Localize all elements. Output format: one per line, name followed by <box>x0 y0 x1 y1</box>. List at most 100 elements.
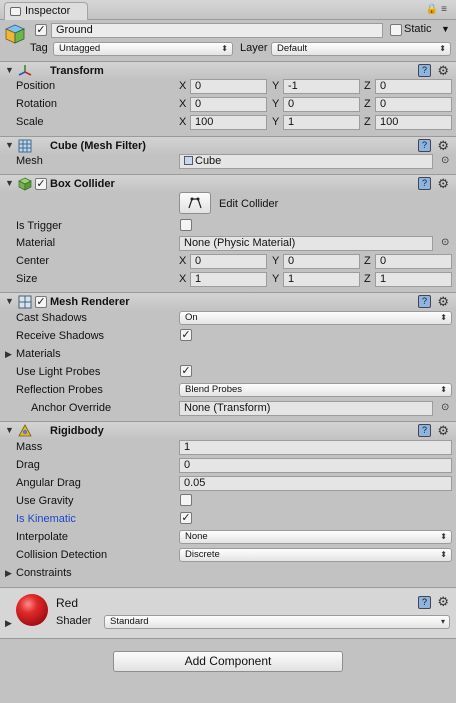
mesh-renderer-header[interactable]: ▼ Mesh Renderer ? ⚙ <box>0 292 456 310</box>
scale-y-field[interactable]: 1 <box>283 115 360 130</box>
shader-dropdown[interactable]: Standard ▾ <box>104 615 450 629</box>
foldout-closed-icon[interactable]: ▶ <box>5 349 12 360</box>
object-picker-icon[interactable]: ⊙ <box>441 402 449 413</box>
active-checkbox[interactable] <box>35 24 47 36</box>
static-checkbox[interactable] <box>390 24 402 36</box>
gear-icon[interactable]: ⚙ <box>437 176 449 192</box>
mesh-renderer-enabled-checkbox[interactable] <box>35 296 47 308</box>
scale-z-field[interactable]: 100 <box>375 115 452 130</box>
foldout-open-icon[interactable]: ▼ <box>5 296 14 306</box>
foldout-open-icon[interactable]: ▼ <box>5 65 14 75</box>
axis-y-label[interactable]: Y <box>272 80 279 92</box>
axis-z-label[interactable]: Z <box>364 255 371 267</box>
center-x-field[interactable]: 0 <box>190 254 267 269</box>
mass-label: Mass <box>16 441 43 453</box>
foldout-open-icon[interactable]: ▼ <box>5 178 14 188</box>
interpolate-label: Interpolate <box>16 531 68 543</box>
rotation-z-field[interactable]: 0 <box>375 97 452 112</box>
position-z-field[interactable]: 0 <box>375 79 452 94</box>
gear-icon[interactable]: ⚙ <box>437 423 449 439</box>
tab-window-controls[interactable]: 🔒≡ <box>426 4 450 15</box>
constraints-label[interactable]: Constraints <box>16 567 72 579</box>
foldout-closed-icon[interactable]: ▶ <box>5 618 12 629</box>
size-label: Size <box>16 273 38 285</box>
anchor-override-field[interactable]: None (Transform) <box>179 401 433 416</box>
box-collider-header[interactable]: ▼ Box Collider ? ⚙ <box>0 174 456 192</box>
reflection-probes-dropdown[interactable]: Blend Probes ⬍ <box>179 383 452 397</box>
help-icon[interactable]: ? <box>418 596 431 609</box>
center-z-field[interactable]: 0 <box>375 254 452 269</box>
axis-x-label[interactable]: X <box>179 80 186 92</box>
drag-label: Drag <box>16 459 40 471</box>
mass-field[interactable]: 1 <box>179 440 452 455</box>
static-dropdown-icon[interactable]: ▼ <box>441 24 450 34</box>
receive-shadows-checkbox[interactable] <box>180 329 192 341</box>
menu-icon[interactable]: ≡ <box>441 4 450 15</box>
axis-z-label[interactable]: Z <box>364 116 371 128</box>
materials-label[interactable]: Materials <box>16 348 61 360</box>
axis-y-label[interactable]: Y <box>272 98 279 110</box>
mesh-grid-icon <box>18 139 32 153</box>
gear-icon[interactable]: ⚙ <box>437 294 449 310</box>
use-light-probes-checkbox[interactable] <box>180 365 192 377</box>
collision-detection-dropdown[interactable]: Discrete ⬍ <box>179 548 452 562</box>
static-label: Static <box>404 23 432 35</box>
size-y-field[interactable]: 1 <box>283 272 360 287</box>
layer-dropdown[interactable]: Default ⬍ <box>271 42 451 56</box>
lock-icon[interactable]: 🔒 <box>426 4 441 15</box>
chevron-updown-icon: ⬍ <box>440 550 447 559</box>
scale-x-field[interactable]: 100 <box>190 115 267 130</box>
edit-collider-icon <box>188 197 202 209</box>
gear-icon[interactable]: ⚙ <box>437 594 449 610</box>
interpolate-dropdown[interactable]: None ⬍ <box>179 530 452 544</box>
axis-y-label[interactable]: Y <box>272 255 279 267</box>
object-name-field[interactable]: Ground <box>51 23 383 38</box>
help-icon[interactable]: ? <box>418 424 431 437</box>
mesh-filter-header[interactable]: ▼ Cube (Mesh Filter) ? ⚙ <box>0 136 456 154</box>
mesh-object-field[interactable]: Cube <box>179 154 433 169</box>
use-gravity-checkbox[interactable] <box>180 494 192 506</box>
size-z-field[interactable]: 1 <box>375 272 452 287</box>
rotation-y-field[interactable]: 0 <box>283 97 360 112</box>
physic-material-field[interactable]: None (Physic Material) <box>179 236 433 251</box>
rotation-x-field[interactable]: 0 <box>190 97 267 112</box>
axis-x-label[interactable]: X <box>179 116 186 128</box>
transform-axes-icon <box>18 64 32 78</box>
help-icon[interactable]: ? <box>418 64 431 77</box>
axis-z-label[interactable]: Z <box>364 273 371 285</box>
angular-drag-field[interactable]: 0.05 <box>179 476 452 491</box>
inspector-tab[interactable]: Inspector <box>4 2 88 20</box>
rigidbody-title: Rigidbody <box>50 425 104 437</box>
center-y-field[interactable]: 0 <box>283 254 360 269</box>
axis-x-label[interactable]: X <box>179 255 186 267</box>
foldout-open-icon[interactable]: ▼ <box>5 425 14 435</box>
is-trigger-checkbox[interactable] <box>180 219 192 231</box>
axis-x-label[interactable]: X <box>179 98 186 110</box>
axis-z-label[interactable]: Z <box>364 80 371 92</box>
size-x-field[interactable]: 1 <box>190 272 267 287</box>
position-y-field[interactable]: -1 <box>283 79 360 94</box>
position-x-field[interactable]: 0 <box>190 79 267 94</box>
cast-shadows-dropdown[interactable]: On ⬍ <box>179 311 452 325</box>
help-icon[interactable]: ? <box>418 295 431 308</box>
gear-icon[interactable]: ⚙ <box>437 138 449 154</box>
axis-y-label[interactable]: Y <box>272 273 279 285</box>
box-collider-enabled-checkbox[interactable] <box>35 178 47 190</box>
tag-dropdown[interactable]: Untagged ⬍ <box>53 42 233 56</box>
transform-header[interactable]: ▼ Transform ? ⚙ <box>0 61 456 79</box>
help-icon[interactable]: ? <box>418 139 431 152</box>
object-picker-icon[interactable]: ⊙ <box>441 155 449 166</box>
foldout-closed-icon[interactable]: ▶ <box>5 568 12 579</box>
add-component-button[interactable]: Add Component <box>113 651 343 672</box>
gear-icon[interactable]: ⚙ <box>437 63 449 79</box>
drag-field[interactable]: 0 <box>179 458 452 473</box>
object-picker-icon[interactable]: ⊙ <box>441 237 449 248</box>
help-icon[interactable]: ? <box>418 177 431 190</box>
edit-collider-button[interactable] <box>179 192 211 214</box>
is-kinematic-checkbox[interactable] <box>180 512 192 524</box>
rigidbody-header[interactable]: ▼ Rigidbody ? ⚙ <box>0 421 456 439</box>
foldout-open-icon[interactable]: ▼ <box>5 140 14 150</box>
axis-y-label[interactable]: Y <box>272 116 279 128</box>
axis-x-label[interactable]: X <box>179 273 186 285</box>
axis-z-label[interactable]: Z <box>364 98 371 110</box>
